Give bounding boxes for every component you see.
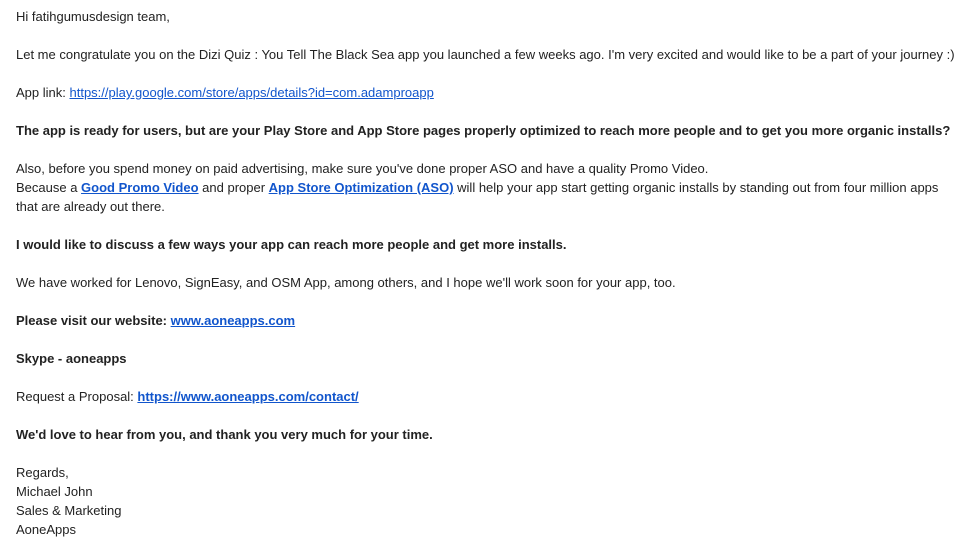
proposal-paragraph: Request a Proposal: https://www.aoneapps… (16, 387, 960, 406)
signature-regards: Regards, (16, 465, 69, 480)
aso-line-2-pre: Because a (16, 180, 82, 195)
promo-video-link[interactable]: Good Promo Video (81, 180, 199, 195)
greeting-text: Hi fatihgumusdesign team, (16, 9, 170, 24)
website-paragraph: Please visit our website: www.aoneapps.c… (16, 311, 960, 330)
email-body: Hi fatihgumusdesign team, Let me congrat… (0, 0, 976, 539)
clients-text: We have worked for Lenovo, SignEasy, and… (16, 275, 676, 290)
signature-title: Sales & Marketing (16, 503, 122, 518)
discuss-text: I would like to discuss a few ways your … (16, 237, 567, 252)
skype-text: Skype - aoneapps (16, 351, 127, 366)
app-link-label: App link: (16, 85, 70, 100)
app-link-paragraph: App link: https://play.google.com/store/… (16, 83, 960, 102)
aso-line-2-mid: and proper (198, 180, 269, 195)
signature-block: Regards, Michael John Sales & Marketing … (16, 463, 960, 539)
aso-line-1: Also, before you spend money on paid adv… (16, 161, 709, 176)
proposal-label: Request a Proposal: (16, 389, 138, 404)
closing-text: We'd love to hear from you, and thank yo… (16, 427, 433, 442)
signature-name: Michael John (16, 484, 93, 499)
aso-paragraph: Also, before you spend money on paid adv… (16, 159, 960, 216)
signature-company: AoneApps (16, 522, 76, 537)
question-text: The app is ready for users, but are your… (16, 123, 951, 138)
aso-link[interactable]: App Store Optimization (ASO) (269, 180, 454, 195)
website-link[interactable]: www.aoneapps.com (171, 313, 296, 328)
proposal-link[interactable]: https://www.aoneapps.com/contact/ (137, 389, 358, 404)
congratulation-text: Let me congratulate you on the Dizi Quiz… (16, 47, 955, 62)
aso-line-2: Because a Good Promo Video and proper Ap… (16, 178, 960, 216)
app-store-link[interactable]: https://play.google.com/store/apps/detai… (69, 85, 433, 100)
website-label: Please visit our website: (16, 313, 171, 328)
